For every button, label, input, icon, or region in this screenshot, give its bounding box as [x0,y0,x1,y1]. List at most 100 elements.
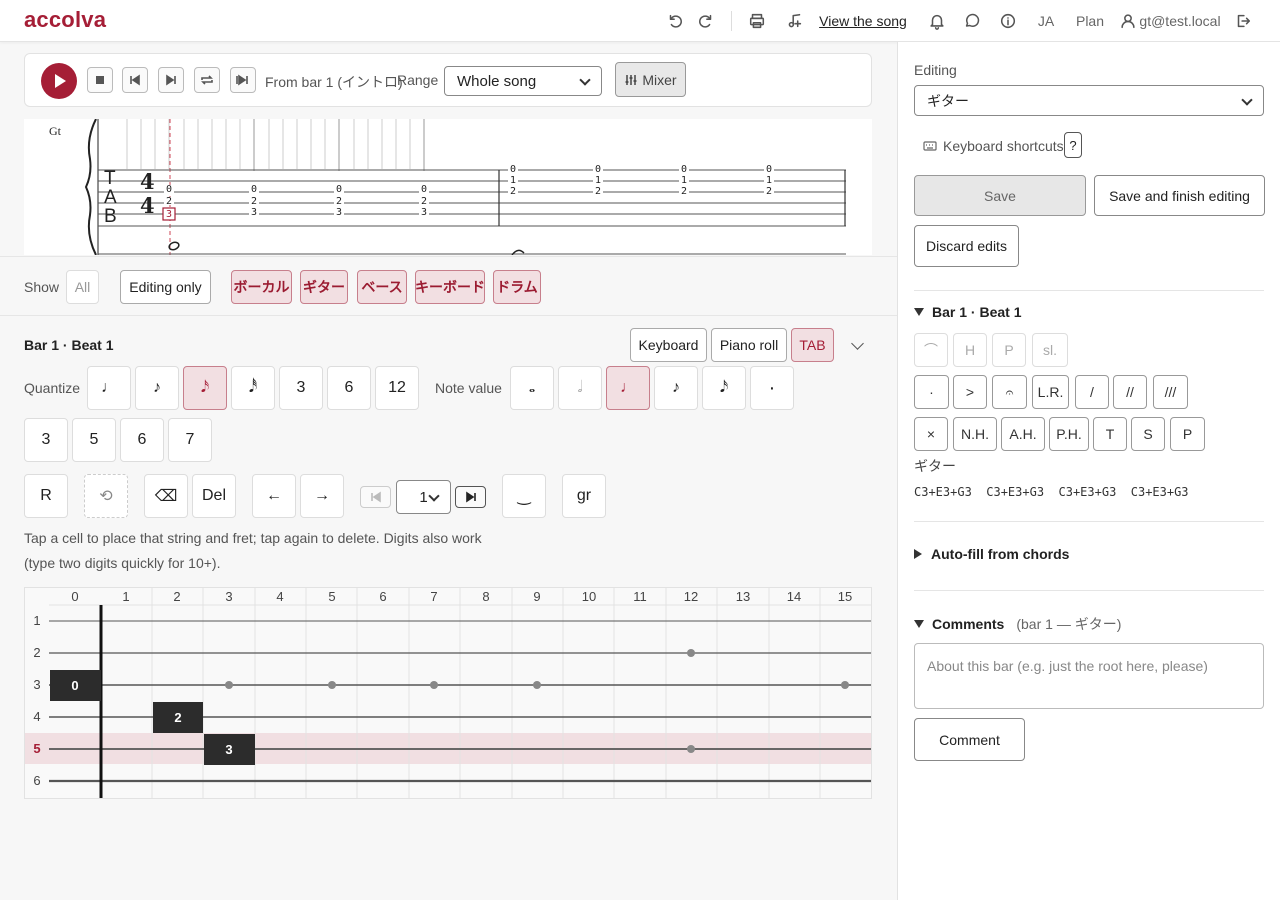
collapse-chevron-icon[interactable] [851,337,864,350]
bell-icon[interactable] [926,9,948,33]
score-view[interactable]: Gt T A B 4 4 0 2 3 0 2 3 0 2 3 0 2 3 0 1… [24,119,872,255]
range-select[interactable]: Whole song [444,66,602,96]
prev-bar-button[interactable] [360,486,391,508]
rest-button[interactable]: R [24,474,68,518]
mixer-button[interactable]: Mixer [615,62,686,97]
music-note-icon[interactable] [784,9,806,33]
view-song-link[interactable]: View the song [818,9,908,33]
editing-track-select[interactable]: ギター [914,85,1264,116]
art-staccato-button[interactable]: · [914,375,949,409]
stop-button[interactable] [87,67,113,93]
art-tap-button[interactable]: T [1093,417,1127,451]
step-forward-button[interactable] [158,67,184,93]
reset-button[interactable]: ⟲ [84,474,128,518]
fretboard-grid[interactable]: 0123 4567 891011 12131415 123 456 [24,587,872,799]
play-button[interactable] [41,63,77,99]
art-slide-button[interactable]: sl. [1032,333,1068,367]
art-slur-button[interactable]: ⌒ [914,333,948,367]
logo[interactable]: accolva [24,7,106,33]
bar-number-input[interactable]: 1 [396,480,451,514]
quantize-eighth-button[interactable]: ♪ [135,366,179,410]
track-keyboard-button[interactable]: キーボード [415,270,485,304]
art-tremolo3-button[interactable]: /// [1153,375,1188,409]
editing-label: Editing [914,62,957,78]
view-keyboard-button[interactable]: Keyboard [630,328,707,362]
note-dot-button[interactable]: · [750,366,794,410]
tuplet-6-button[interactable]: 6 [120,418,164,462]
note-quarter-button[interactable]: ♩ [606,366,650,410]
quantize-sixteenth-button[interactable]: 𝅘𝅥𝅯 [183,366,227,410]
art-accent-button[interactable]: > [953,375,987,409]
track-bass-button[interactable]: ベース [357,270,407,304]
comments-toggle[interactable]: Comments (bar 1 — ギター) [914,614,1121,634]
art-dead-note-button[interactable]: × [914,417,948,451]
user-email[interactable]: gt@test.local [1138,9,1222,33]
backspace-button[interactable]: ⌫ [144,474,188,518]
grace-note-button[interactable]: gr [562,474,606,518]
track-vocal-button[interactable]: ボーカル [231,270,292,304]
language-button[interactable]: JA [1034,9,1058,33]
art-tremolo1-button[interactable]: / [1075,375,1109,409]
loop-button[interactable] [194,67,220,93]
chat-icon[interactable] [961,9,983,33]
art-artificial-harmonic-button[interactable]: A.H. [1001,417,1045,451]
tuplet-5-button[interactable]: 5 [72,418,116,462]
quantize-triplet-3-button[interactable]: 3 [279,366,323,410]
quantize-6-button[interactable]: 6 [327,366,371,410]
move-right-button[interactable]: → [300,474,344,518]
delete-button[interactable]: Del [192,474,236,518]
comment-textarea[interactable]: About this bar (e.g. just the root here,… [914,643,1264,709]
track-guitar-button[interactable]: ギター [300,270,348,304]
show-all-button[interactable]: All [66,270,99,304]
view-tab-button[interactable]: TAB [791,328,834,362]
art-pop-button[interactable]: P [1170,417,1205,451]
autofill-toggle[interactable]: Auto-fill from chords [914,546,1069,562]
quantize-thirtysecond-button[interactable]: 𝅘𝅥𝅰 [231,366,275,410]
art-slap-button[interactable]: S [1131,417,1165,451]
discard-edits-button[interactable]: Discard edits [914,225,1019,267]
note-sixteenth-button[interactable]: 𝅘𝅥𝅯 [702,366,746,410]
move-left-button[interactable]: ← [252,474,296,518]
info-icon[interactable] [997,9,1019,33]
bar-section-toggle[interactable]: Bar 1 · Beat 1 [914,304,1021,320]
art-tremolo2-button[interactable]: // [1113,375,1147,409]
art-pinch-harmonic-button[interactable]: P.H. [1049,417,1089,451]
track-drums-button[interactable]: ドラム [493,270,541,304]
art-fermata-button[interactable]: 𝄐 [992,375,1027,409]
hint-text-1: Tap a cell to place that string and fret… [24,530,482,546]
quantize-quarter-button[interactable]: ♩ [87,366,131,410]
quantize-12-button[interactable]: 12 [375,366,419,410]
print-icon[interactable] [746,9,768,33]
note-whole-button[interactable]: 𝅝 [510,366,554,410]
save-button[interactable]: Save [914,175,1086,216]
save-finish-button[interactable]: Save and finish editing [1094,175,1265,216]
keyboard-shortcuts-link[interactable]: Keyboard shortcuts [923,138,1064,154]
editor-position-title: Bar 1 · Beat 1 [24,337,114,353]
show-editing-only-button[interactable]: Editing only [120,270,211,304]
art-pull-button[interactable]: P [992,333,1026,367]
top-header: accolva View the song JA Plan gt@test.lo… [0,0,1280,42]
show-label: Show [24,279,60,295]
art-let-ring-button[interactable]: L.R. [1032,375,1069,409]
note-eighth-button[interactable]: ♪ [654,366,698,410]
next-bar-button[interactable] [455,486,486,508]
tie-button[interactable]: ‿ [502,474,546,518]
comment-submit-button[interactable]: Comment [914,718,1025,761]
go-end-button[interactable] [230,67,256,93]
tuplet-3-button[interactable]: 3 [24,418,68,462]
go-start-button[interactable] [122,67,148,93]
art-natural-harmonic-button[interactable]: N.H. [953,417,997,451]
view-piano-roll-button[interactable]: Piano roll [711,328,787,362]
user-icon[interactable] [1118,9,1138,33]
hint-text-2: (type two digits quickly for 10+). [24,555,221,571]
tuplet-7-button[interactable]: 7 [168,418,212,462]
redo-icon[interactable] [695,9,717,33]
note-half-button[interactable]: 𝅗𝅥 [558,366,602,410]
undo-icon[interactable] [664,9,686,33]
shortcut-help-button[interactable]: ? [1064,132,1082,158]
logout-icon[interactable] [1232,9,1254,33]
divider [914,290,1264,291]
art-hammer-button[interactable]: H [953,333,987,367]
string-number: 1 [33,613,40,628]
plan-link[interactable]: Plan [1074,9,1106,33]
